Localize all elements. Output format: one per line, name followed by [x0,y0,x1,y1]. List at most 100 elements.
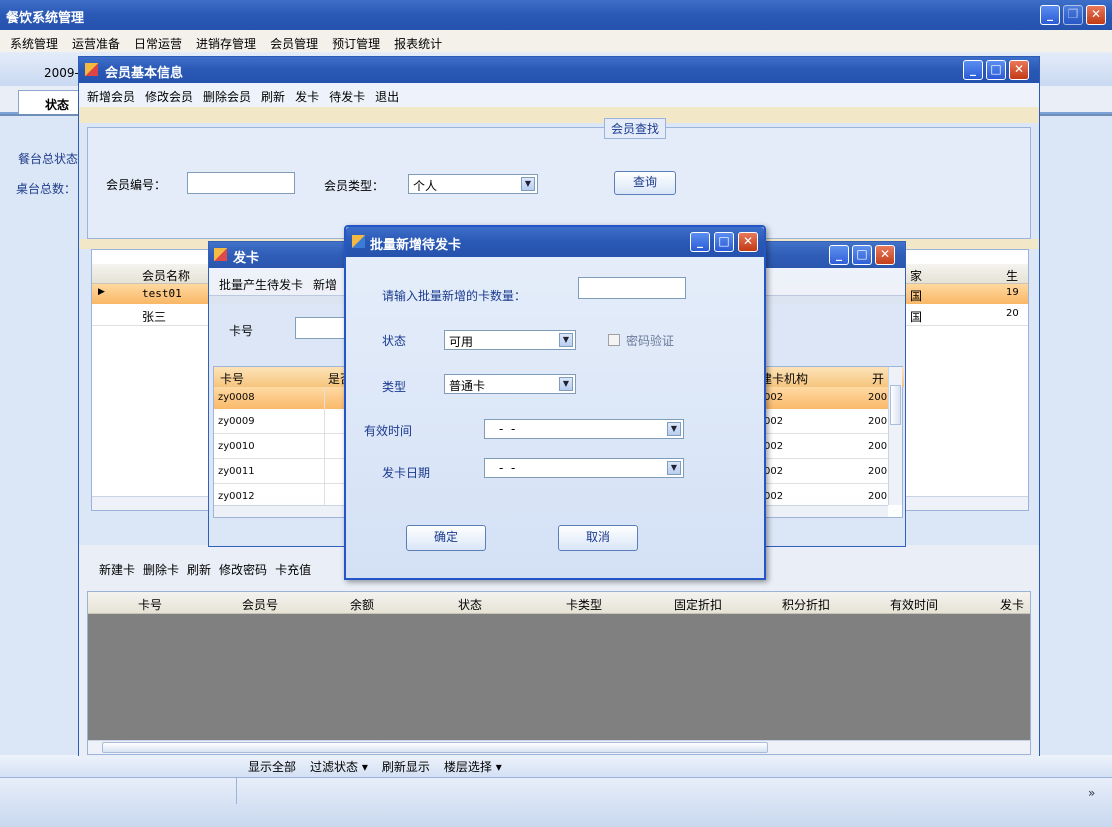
col-points-discount[interactable]: 积分折扣 [782,596,830,613]
issue-maximize-button[interactable]: □ [852,245,872,265]
col-balance[interactable]: 余额 [350,596,374,613]
menu-reports[interactable]: 报表统计 [394,37,442,51]
card-grid-header: 卡号 会员号 余额 状态 卡类型 固定折扣 积分折扣 有效时间 发卡 [88,592,1030,614]
valid-time-picker[interactable]: - - ▼ [484,419,684,439]
card-no-cell: zy0010 [218,441,255,452]
menu-system[interactable]: 系统管理 [10,37,58,51]
issue-vscrollbar[interactable] [888,367,902,505]
row-pointer-icon: ▶ [98,287,105,297]
main-title: 餐饮系统管理 [6,11,85,26]
quantity-input[interactable] [578,277,686,299]
chevron-down-icon[interactable]: ▼ [667,422,681,436]
status-label: 状态 [382,334,407,348]
col-fixed-discount[interactable]: 固定折扣 [674,596,722,613]
card-no-cell: zy0011 [218,466,255,477]
chevron-icon[interactable]: » [1088,786,1095,800]
main-bottom-bar: 显示全部 过滤状态 ▾ 刷新显示 楼层选择 ▾ [0,755,1112,777]
chevron-down-icon[interactable]: ▼ [521,177,535,191]
member-type-label: 会员类型： [324,179,385,193]
issue-minimize-button[interactable]: _ [829,245,849,265]
query-button[interactable]: 查询 [614,171,676,195]
issue-date-label: 发卡日期 [382,466,431,480]
menu-booking[interactable]: 预订管理 [332,37,380,51]
issue-date-value: - - [499,461,516,475]
member-toolbar: 新增会员 修改会员 删除会员 刷新 发卡 待发卡 退出 [79,83,1039,107]
menu-prep[interactable]: 运营准备 [72,37,120,51]
birth-cell: 19 [1006,287,1019,298]
main-restore-button[interactable]: ❐ [1063,5,1083,25]
member-titlebar: 会员基本信息 _ □ ✕ [79,57,1039,83]
org-cell: 002 [764,491,784,502]
member-maximize-button[interactable]: □ [986,60,1006,80]
menu-daily[interactable]: 日常运营 [134,37,182,51]
ok-button[interactable]: 确定 [406,525,486,551]
col-org[interactable]: 建卡机构 [760,370,808,387]
exit-button[interactable]: 退出 [375,90,399,104]
col-member-no[interactable]: 会员号 [242,596,278,613]
member-close-button[interactable]: ✕ [1009,60,1029,80]
col-card-no[interactable]: 卡号 [138,596,162,613]
issue-add-button[interactable]: 新增 [313,278,337,292]
scrollbar-thumb[interactable] [102,742,768,753]
batch-minimize-button[interactable]: _ [690,232,710,252]
col-card-type[interactable]: 卡类型 [566,596,602,613]
date-cell: 200 [868,441,888,452]
col-issuer[interactable]: 发卡 [1000,596,1026,613]
main-left-panel: 餐台总状态 桌台总数： [0,116,84,756]
member-window-icon [85,63,98,76]
menu-inventory[interactable]: 进销存管理 [196,37,256,51]
password-checkbox[interactable] [608,334,620,346]
col-birth[interactable]: 生 [1006,267,1018,284]
col-status[interactable]: 状态 [458,596,482,613]
member-id-input[interactable] [187,172,295,194]
batch-generate-button[interactable]: 批量产生待发卡 [219,278,303,292]
change-password-button[interactable]: 修改密码 [219,563,267,577]
issue-close-button[interactable]: ✕ [875,245,895,265]
main-minimize-button[interactable]: _ [1040,5,1060,25]
batch-maximize-button[interactable]: □ [714,232,734,252]
add-member-button[interactable]: 新增会员 [87,90,135,104]
refresh-button[interactable]: 刷新 [261,90,285,104]
col-valid-time[interactable]: 有效时间 [890,596,938,613]
show-all-button[interactable]: 显示全部 [248,760,296,774]
pending-card-button[interactable]: 待发卡 [329,90,365,104]
main-close-button[interactable]: ✕ [1086,5,1106,25]
chevron-down-icon[interactable]: ▼ [559,333,573,347]
chevron-down-icon[interactable]: ▼ [559,377,573,391]
valid-time-label: 有效时间 [364,424,413,438]
cancel-button[interactable]: 取消 [558,525,638,551]
member-type-select[interactable]: 个人 ▼ [408,174,538,194]
card-grid-scrollbar[interactable] [88,740,1030,754]
col-member-name[interactable]: 会员名称 [142,267,190,284]
chevron-down-icon[interactable]: ▼ [667,461,681,475]
refresh-display-button[interactable]: 刷新显示 [382,760,430,774]
type-select[interactable]: 普通卡 ▼ [444,374,576,394]
batch-close-button[interactable]: ✕ [738,232,758,252]
card-no-cell: zy0009 [218,416,255,427]
delete-card-button[interactable]: 删除卡 [143,563,179,577]
col-country[interactable]: 家 [910,267,922,284]
menu-member[interactable]: 会员管理 [270,37,318,51]
col-card-no[interactable]: 卡号 [220,370,244,387]
issue-card-button[interactable]: 发卡 [295,90,319,104]
card-recharge-button[interactable]: 卡充值 [275,563,311,577]
member-id-label: 会员编号： [106,178,167,192]
floor-select-button[interactable]: 楼层选择 ▾ [444,760,502,774]
scrollbar-thumb[interactable] [890,385,901,425]
refresh-card-button[interactable]: 刷新 [187,563,211,577]
status-select[interactable]: 可用 ▼ [444,330,576,350]
issue-date-picker[interactable]: - - ▼ [484,458,684,478]
footer-divider [236,778,237,804]
new-card-button[interactable]: 新建卡 [99,563,135,577]
org-cell: 002 [764,392,784,403]
member-title: 会员基本信息 [105,66,184,81]
member-minimize-button[interactable]: _ [963,60,983,80]
col-open[interactable]: 开 [872,370,886,387]
filter-status-button[interactable]: 过滤状态 ▾ [310,760,368,774]
edit-member-button[interactable]: 修改会员 [145,90,193,104]
member-name-cell: test01 [142,287,182,300]
delete-member-button[interactable]: 删除会员 [203,90,251,104]
table-status-label: 餐台总状态 [18,152,79,166]
card-toolbar: 新建卡 删除卡 刷新 修改密码 卡充值 [99,561,325,578]
quantity-label: 请输入批量新增的卡数量： [382,289,527,303]
